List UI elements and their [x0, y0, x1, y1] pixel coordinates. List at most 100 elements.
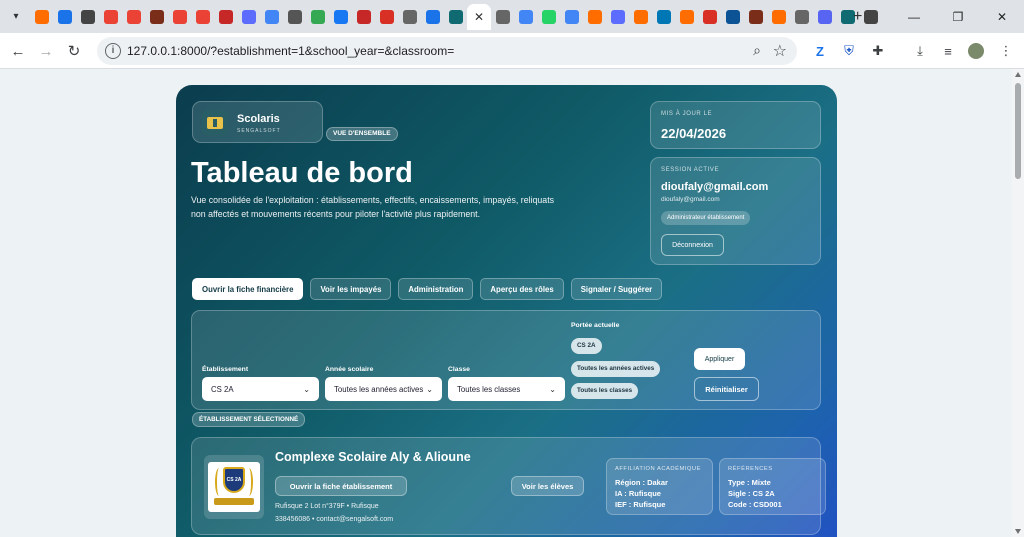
browser-tab[interactable]: [260, 4, 283, 30]
browser-tab[interactable]: [145, 4, 168, 30]
class-select[interactable]: Toutes les classes ⌄: [448, 377, 565, 401]
close-window-icon[interactable]: ✕: [980, 0, 1024, 33]
unpaid-button[interactable]: Voir les impayés: [310, 278, 392, 300]
browser-tab[interactable]: [329, 4, 352, 30]
close-tab-icon[interactable]: ✕: [474, 10, 484, 24]
media-control-icon[interactable]: ≡: [938, 41, 958, 61]
open-finance-button[interactable]: Ouvrir la fiche financière: [192, 278, 304, 300]
browser-tab[interactable]: [444, 4, 467, 30]
browser-tab[interactable]: [675, 4, 698, 30]
tab-search-chevron-icon[interactable]: ▾: [7, 7, 25, 25]
browser-tab[interactable]: [491, 4, 514, 30]
zoom-icon[interactable]: ⌕: [753, 42, 761, 59]
class-select-value: Toutes les classes: [457, 384, 521, 394]
download-icon[interactable]: ⤓: [910, 41, 930, 61]
browser-tab[interactable]: [537, 4, 560, 30]
administration-button[interactable]: Administration: [398, 278, 474, 300]
tab-favicon-icon: [725, 10, 740, 24]
extension-shield-icon[interactable]: ⛨: [839, 41, 859, 61]
browser-tab[interactable]: [859, 4, 882, 30]
page-viewport: Scolaris SENGALSOFT VUE D'ENSEMBLE Table…: [0, 69, 1024, 537]
browser-tab[interactable]: [237, 4, 260, 30]
tab-favicon-icon: [80, 10, 95, 24]
browser-tab[interactable]: [398, 4, 421, 30]
browser-tab[interactable]: [790, 4, 813, 30]
tab-favicon-icon: [379, 10, 394, 24]
report-suggest-button[interactable]: Signaler / Suggérer: [570, 278, 663, 300]
roles-overview-button[interactable]: Aperçu des rôles: [480, 278, 564, 300]
browser-menu-icon[interactable]: ⋮: [996, 41, 1016, 61]
update-date-label: MIS À JOUR LE: [661, 111, 713, 117]
scope-chip-establishment: CS 2A: [571, 338, 602, 354]
session-email: dioufaly@gmail.com: [661, 196, 720, 203]
browser-tab[interactable]: [606, 4, 629, 30]
open-establishment-button[interactable]: Ouvrir la fiche établissement: [275, 476, 407, 496]
profile-avatar-icon[interactable]: [966, 41, 986, 61]
tab-favicon-icon: [656, 10, 671, 24]
browser-tab[interactable]: [767, 4, 790, 30]
url-text[interactable]: 127.0.0.1:8000/?establishment=1&school_y…: [127, 44, 454, 58]
browser-tab[interactable]: [306, 4, 329, 30]
browser-tab[interactable]: [53, 4, 76, 30]
browser-tab[interactable]: [122, 4, 145, 30]
view-students-button[interactable]: Voir les élèves: [511, 476, 584, 496]
tab-favicon-icon: [495, 10, 510, 24]
browser-tab[interactable]: [168, 4, 191, 30]
extensions-puzzle-icon[interactable]: ✚: [868, 41, 888, 61]
browser-tab[interactable]: [283, 4, 306, 30]
browser-tab[interactable]: [583, 4, 606, 30]
browser-tab[interactable]: [421, 4, 444, 30]
browser-tab-active[interactable]: ✕: [467, 4, 491, 30]
school-year-select-value: Toutes les années actives: [334, 384, 424, 394]
brand-subtitle: SENGALSOFT: [237, 128, 281, 134]
back-arrow-icon[interactable]: ←: [8, 41, 28, 61]
update-date-value: 22/04/2026: [661, 126, 727, 141]
minimize-icon[interactable]: —: [892, 0, 936, 33]
tab-favicon-icon: [57, 10, 72, 24]
browser-tab[interactable]: [560, 4, 583, 30]
address-bar[interactable]: i 127.0.0.1:8000/?establishment=1&school…: [97, 37, 797, 65]
scope-chip-class: Toutes les classes: [571, 383, 639, 399]
forward-arrow-icon[interactable]: →: [36, 41, 56, 61]
bookmark-star-icon[interactable]: ☆: [773, 41, 787, 61]
school-year-select[interactable]: Toutes les années actives ⌄: [325, 377, 442, 401]
tab-favicon-icon: [172, 10, 187, 24]
tab-favicon-icon: [333, 10, 348, 24]
tab-favicon-icon: [195, 10, 210, 24]
browser-tab[interactable]: [99, 4, 122, 30]
scroll-down-icon[interactable]: [1015, 529, 1021, 534]
browser-tab[interactable]: [813, 4, 836, 30]
tab-favicon-icon: [587, 10, 602, 24]
extension-z-icon[interactable]: Z: [810, 41, 830, 61]
browser-tab[interactable]: [721, 4, 744, 30]
tab-favicon-icon: [518, 10, 533, 24]
logout-button[interactable]: Déconnexion: [661, 234, 724, 256]
browser-tab[interactable]: [76, 4, 99, 30]
scroll-thumb[interactable]: [1015, 83, 1021, 179]
browser-tab[interactable]: [629, 4, 652, 30]
page-title: Tableau de bord: [191, 157, 413, 189]
establishment-select[interactable]: CS 2A ⌄: [202, 377, 319, 401]
browser-tab[interactable]: [744, 4, 767, 30]
site-info-icon[interactable]: i: [105, 43, 121, 59]
new-tab-button[interactable]: +: [853, 8, 862, 26]
browser-tab[interactable]: [652, 4, 675, 30]
apply-button[interactable]: Appliquer: [694, 348, 745, 370]
browser-tab[interactable]: [698, 4, 721, 30]
page-scrollbar[interactable]: [1012, 69, 1024, 537]
browser-tab[interactable]: [375, 4, 398, 30]
browser-tab[interactable]: [514, 4, 537, 30]
tab-favicon-icon: [126, 10, 141, 24]
reload-icon[interactable]: ↻: [64, 41, 84, 61]
browser-tab[interactable]: [30, 4, 53, 30]
browser-tab[interactable]: [191, 4, 214, 30]
reset-button[interactable]: Réinitialiser: [694, 377, 759, 401]
restore-icon[interactable]: ❐: [936, 0, 980, 33]
tab-favicon-icon: [448, 10, 463, 24]
browser-tab[interactable]: [214, 4, 237, 30]
filter-panel: Établissement CS 2A ⌄ Année scolaire Tou…: [191, 310, 821, 410]
scroll-up-icon[interactable]: [1015, 72, 1021, 77]
browser-tab[interactable]: [352, 4, 375, 30]
tab-favicon-icon: [564, 10, 579, 24]
school-name: Complexe Scolaire Aly & Alioune: [275, 450, 471, 464]
